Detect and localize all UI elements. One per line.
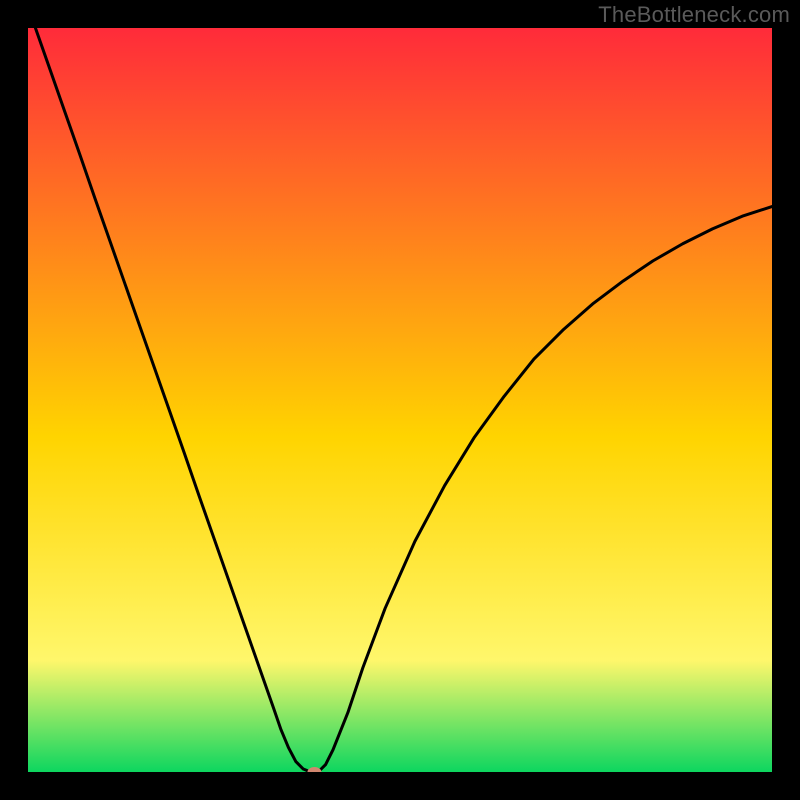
attribution-label: TheBottleneck.com: [598, 2, 790, 28]
chart-svg: [28, 28, 772, 772]
plot-area: [28, 28, 772, 772]
gradient-background: [28, 28, 772, 772]
chart-frame: TheBottleneck.com: [0, 0, 800, 800]
